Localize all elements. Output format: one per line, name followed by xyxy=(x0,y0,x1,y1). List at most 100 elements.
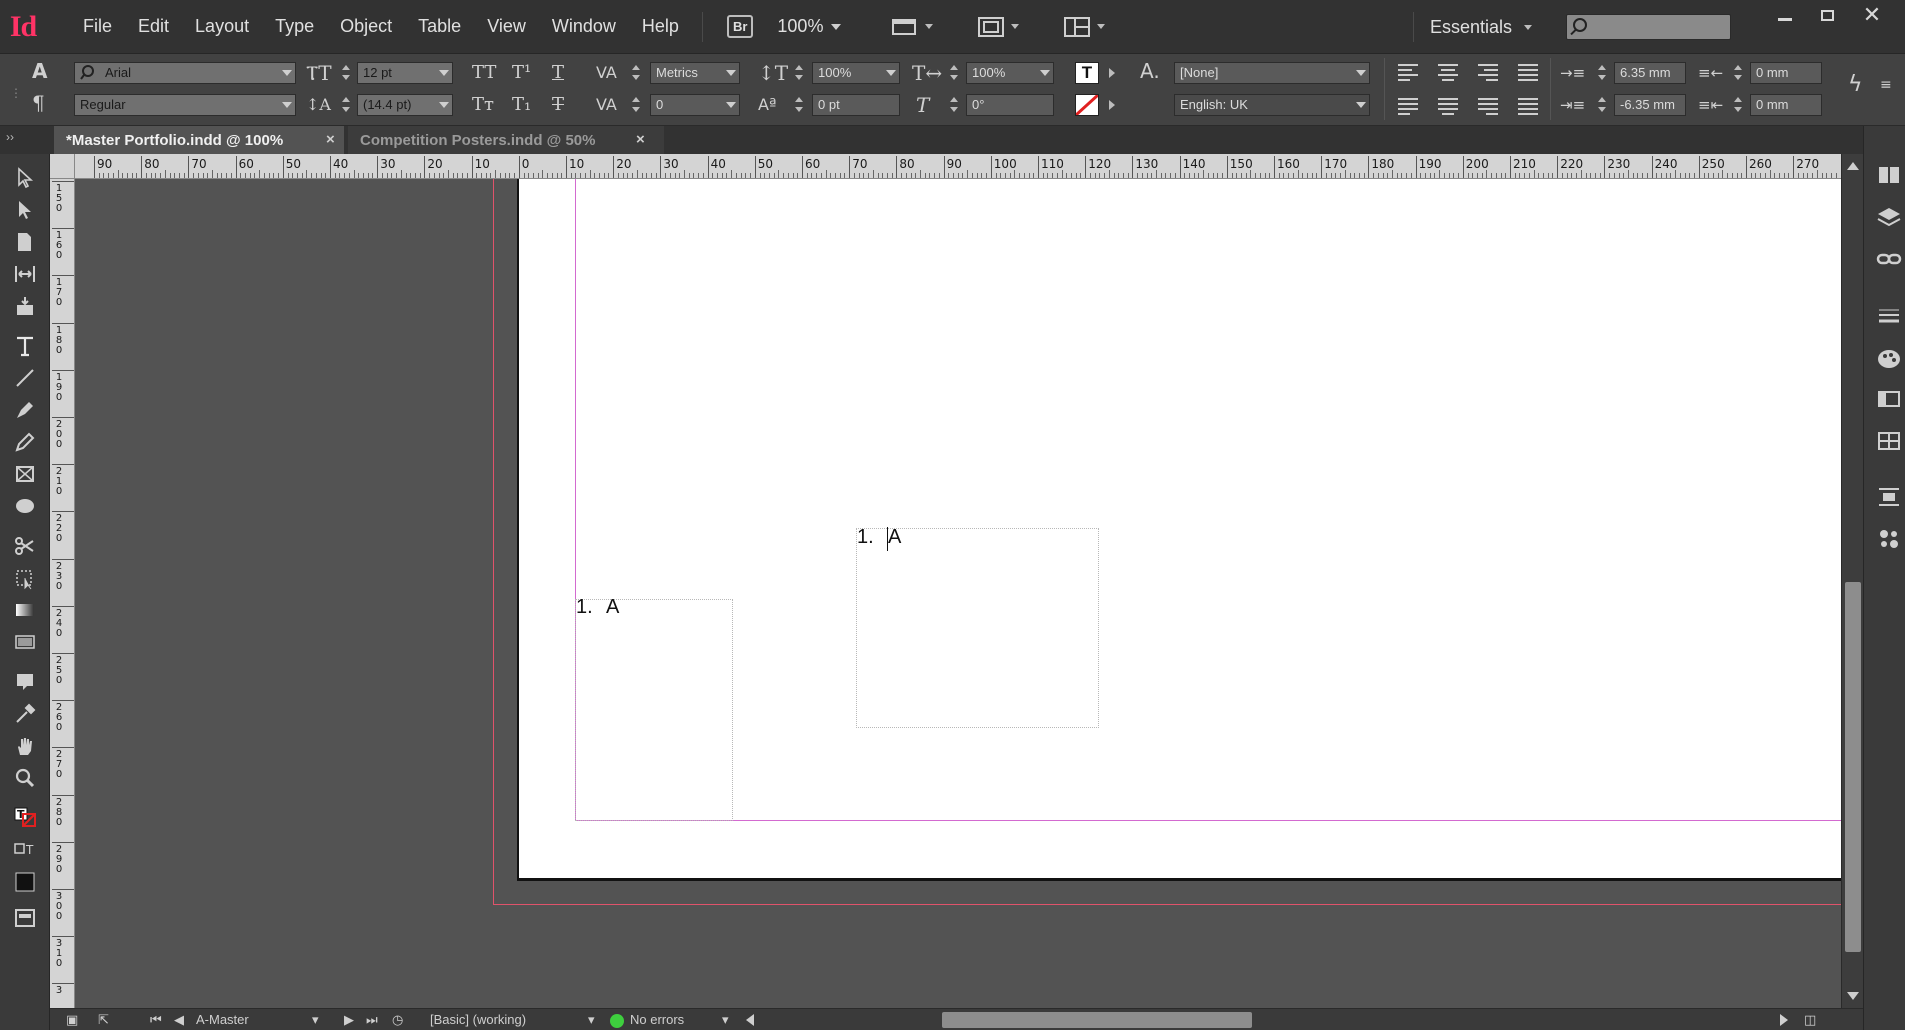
last-line-indent-stepper[interactable] xyxy=(1732,94,1744,116)
baseline-shift-field[interactable]: 0 pt xyxy=(812,94,900,116)
panel-menu-icon[interactable]: ≡ xyxy=(1880,74,1892,96)
gradient-swatch-tool[interactable] xyxy=(10,596,40,624)
zoom-level-dropdown[interactable]: 100% xyxy=(767,16,851,37)
left-indent-stepper[interactable] xyxy=(1596,62,1608,84)
pasteboard[interactable]: 1. A 1. A xyxy=(75,179,1841,1008)
right-indent-field[interactable]: 0 mm xyxy=(1750,62,1822,84)
minimize-button[interactable] xyxy=(1763,0,1807,30)
hand-tool[interactable] xyxy=(10,732,40,760)
links-panel-button[interactable] xyxy=(1874,244,1904,274)
right-indent-stepper[interactable] xyxy=(1732,62,1744,84)
restore-button[interactable] xyxy=(1805,0,1849,30)
preflight-profile-icon[interactable]: ◷ xyxy=(392,1012,403,1028)
screen-mode-button[interactable] xyxy=(977,16,1020,38)
leading-stepper[interactable] xyxy=(340,94,352,116)
close-icon[interactable]: × xyxy=(326,131,335,148)
menu-file[interactable]: File xyxy=(70,16,125,37)
search-input[interactable] xyxy=(1566,14,1731,40)
tracking-dropdown[interactable] xyxy=(724,94,738,116)
underline-button[interactable]: T xyxy=(552,62,564,84)
font-style-dropdown[interactable] xyxy=(280,94,294,116)
bridge-button[interactable]: Br xyxy=(726,15,754,38)
paragraph-formatting-mode-button[interactable]: ¶ xyxy=(32,92,45,114)
character-style-field[interactable]: [None] xyxy=(1174,62,1370,84)
skew-field[interactable]: 0° xyxy=(966,94,1054,116)
vertical-ruler[interactable]: 150 160 170 180 190 200 210 220 230 240 250 260 270 2… xyxy=(50,179,75,1008)
align-towards-spine-icon[interactable] xyxy=(1518,64,1538,81)
character-style-dropdown[interactable] xyxy=(1354,62,1368,84)
vertical-scroll-thumb[interactable] xyxy=(1845,582,1861,952)
horizontal-scroll-thumb[interactable] xyxy=(942,1012,1252,1028)
previous-page-icon[interactable]: ◀ xyxy=(174,1012,184,1028)
fill-menu-arrow[interactable] xyxy=(1106,64,1118,82)
split-layout-icon[interactable]: ◫ xyxy=(1804,1012,1816,1028)
text-wrap-panel-button[interactable] xyxy=(1874,482,1904,512)
align-center-icon[interactable] xyxy=(1438,64,1458,81)
page-number-field[interactable]: A-Master xyxy=(196,1012,249,1027)
type-tool[interactable] xyxy=(10,332,40,360)
font-family-dropdown[interactable] xyxy=(280,62,294,84)
menu-type[interactable]: Type xyxy=(262,16,327,37)
gradient-feather-tool[interactable] xyxy=(10,628,40,656)
gap-tool[interactable] xyxy=(10,260,40,288)
font-family-field[interactable]: Arial xyxy=(74,62,296,84)
preflight-profile-dropdown-icon[interactable]: ▾ xyxy=(588,1012,595,1028)
text-frame-right[interactable]: 1. A xyxy=(856,526,1099,728)
tab-competition-posters[interactable]: Competition Posters.indd @ 50% × xyxy=(348,126,664,154)
kerning-dropdown[interactable] xyxy=(724,62,738,84)
font-style-field[interactable]: Regular xyxy=(74,94,296,116)
leading-dropdown[interactable] xyxy=(437,94,451,116)
strikethrough-button[interactable]: T xyxy=(552,94,564,116)
subscript-button[interactable]: T₁ xyxy=(512,94,531,116)
pencil-tool[interactable] xyxy=(10,428,40,456)
preflight-profile[interactable]: [Basic] (working) xyxy=(430,1012,526,1027)
page-tool[interactable] xyxy=(10,228,40,256)
text-stroke-swatch[interactable] xyxy=(1075,94,1099,116)
scroll-right-icon[interactable] xyxy=(1780,1014,1788,1026)
apply-color-button[interactable] xyxy=(10,868,40,896)
justify-left-icon[interactable] xyxy=(1398,98,1418,115)
left-indent-field[interactable]: 6.35 mm xyxy=(1614,62,1686,84)
justify-right-icon[interactable] xyxy=(1478,98,1498,115)
eyedropper-tool[interactable] xyxy=(10,700,40,728)
vertical-scale-stepper[interactable] xyxy=(793,62,805,84)
content-collector-tool[interactable] xyxy=(10,292,40,320)
color-panel-button[interactable] xyxy=(1874,344,1904,374)
tools-panel-collapse[interactable]: ›› xyxy=(0,126,50,154)
vertical-scrollbar[interactable] xyxy=(1841,154,1863,1008)
free-transform-tool[interactable] xyxy=(10,564,40,592)
open-in-window-icon[interactable]: ⇱ xyxy=(98,1012,109,1028)
table-panel-button[interactable] xyxy=(1874,426,1904,456)
ellipse-tool[interactable] xyxy=(10,492,40,520)
preflight-menu-icon[interactable]: ▾ xyxy=(722,1012,729,1028)
last-line-indent-field[interactable]: 0 mm xyxy=(1750,94,1822,116)
first-line-indent-field[interactable]: -6.35 mm xyxy=(1614,94,1686,116)
scroll-up-icon[interactable] xyxy=(1847,162,1859,170)
font-size-dropdown[interactable] xyxy=(437,62,451,84)
stroke-panel-button[interactable] xyxy=(1874,302,1904,332)
menu-help[interactable]: Help xyxy=(629,16,692,37)
preview-icon[interactable]: ▣ xyxy=(66,1012,78,1028)
align-right-icon[interactable] xyxy=(1478,64,1498,81)
selection-tool[interactable] xyxy=(10,164,40,192)
next-page-icon[interactable]: ▶ xyxy=(344,1012,354,1028)
swatches-panel-button[interactable] xyxy=(1874,384,1904,414)
skew-stepper[interactable] xyxy=(948,94,960,116)
arrange-documents-button[interactable] xyxy=(1063,16,1106,38)
text-fill-swatch[interactable]: T xyxy=(1075,62,1099,84)
ruler-origin[interactable] xyxy=(50,154,75,179)
direct-selection-tool[interactable] xyxy=(10,196,40,224)
menu-object[interactable]: Object xyxy=(327,16,405,37)
align-left-icon[interactable] xyxy=(1398,64,1418,81)
rectangle-frame-tool[interactable] xyxy=(10,460,40,488)
language-dropdown[interactable] xyxy=(1354,94,1368,116)
kerning-stepper[interactable] xyxy=(630,62,642,84)
first-page-icon[interactable]: ⏮ xyxy=(150,1012,162,1028)
formatting-affects-container[interactable]: T xyxy=(10,836,40,864)
character-formatting-mode-button[interactable]: A xyxy=(32,60,47,82)
last-page-icon[interactable]: ⏭ xyxy=(366,1012,378,1028)
preflight-status[interactable]: No errors xyxy=(630,1012,684,1027)
language-field[interactable]: English: UK xyxy=(1174,94,1370,116)
vertical-scale-dropdown[interactable] xyxy=(884,62,898,84)
justify-center-icon[interactable] xyxy=(1438,98,1458,115)
